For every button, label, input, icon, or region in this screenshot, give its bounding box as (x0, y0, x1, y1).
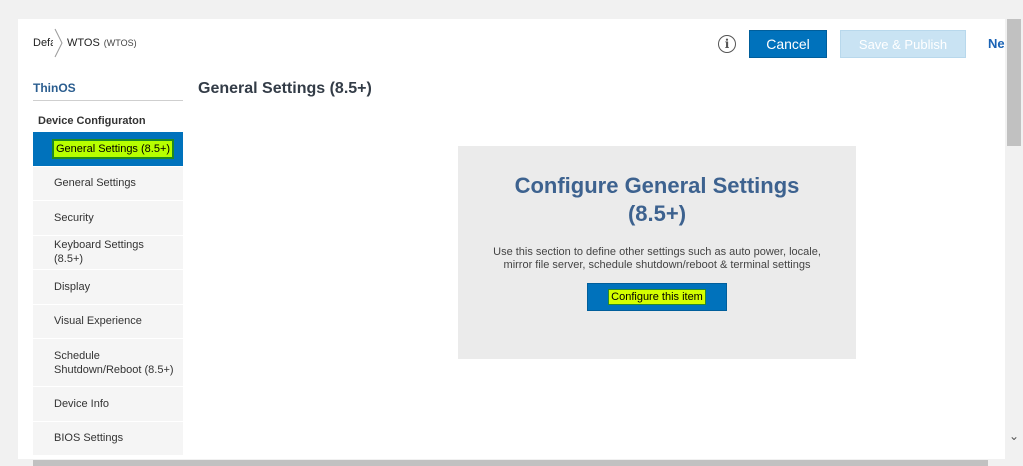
sidebar-item-label: Visual Experience (54, 315, 142, 328)
sidebar-item-label: Device Info (54, 397, 110, 410)
sidebar-item-label: Security (54, 211, 94, 224)
breadcrumb-chevron-icon (54, 28, 63, 58)
sidebar-item-schedule-shutdown-reboot[interactable]: Schedule Shutdown/Reboot (8.5+) (33, 339, 183, 387)
horizontal-scrollbar-thumb[interactable] (33, 460, 988, 466)
cancel-button[interactable]: Cancel (749, 30, 827, 58)
sidebar-nav: General Settings (8.5+) General Settings… (33, 132, 183, 456)
sidebar-item-general-settings-85[interactable]: General Settings (8.5+) (33, 132, 183, 167)
breadcrumb-item-current: WTOS (67, 37, 100, 49)
sidebar-item-security[interactable]: Security (33, 201, 183, 236)
sidebar-title: ThinOS (33, 81, 183, 101)
panel-heading: Configure General Settings (8.5+) (514, 173, 800, 226)
sidebar-section-label: Device Configuraton (38, 115, 146, 127)
sidebar-item-bios-settings[interactable]: BIOS Settings (33, 422, 183, 456)
sidebar: ThinOS Device Configuraton General Setti… (33, 81, 183, 456)
vertical-scrollbar[interactable]: ⌄ (1005, 19, 1023, 459)
configure-panel: Configure General Settings (8.5+) Use th… (458, 146, 856, 359)
page-title: General Settings (8.5+) (198, 80, 372, 97)
configure-item-button-label: Configure this item (609, 290, 705, 304)
horizontal-scrollbar[interactable] (0, 459, 1023, 466)
info-icon[interactable]: i (718, 35, 736, 53)
sidebar-item-label: Schedule Shutdown/Reboot (8.5+) (54, 349, 174, 376)
sidebar-item-general-settings[interactable]: General Settings (33, 167, 183, 201)
vertical-scrollbar-thumb[interactable] (1007, 19, 1021, 146)
breadcrumb-item-default[interactable]: Default (33, 37, 53, 49)
breadcrumb: Default WTOS (WTOS) (33, 27, 137, 59)
sidebar-item-label: BIOS Settings (54, 432, 124, 445)
app-frame: Default WTOS (WTOS) i Cancel Save & Publ… (18, 19, 1005, 459)
sidebar-item-label: Keyboard Settings (8.5+) (54, 239, 144, 266)
breadcrumb-item-sub: (WTOS) (103, 38, 137, 48)
sidebar-item-label: General Settings (54, 177, 136, 190)
next-button[interactable]: Next (988, 36, 1005, 51)
save-publish-button: Save & Publish (840, 30, 966, 58)
sidebar-item-label: Display (54, 280, 91, 293)
panel-description: Use this section to define other setting… (493, 246, 821, 271)
sidebar-item-visual-experience[interactable]: Visual Experience (33, 305, 183, 339)
configure-item-button[interactable]: Configure this item (587, 283, 727, 311)
sidebar-item-label: General Settings (8.5+) (54, 140, 173, 157)
scroll-down-icon[interactable]: ⌄ (1009, 429, 1019, 443)
sidebar-item-display[interactable]: Display (33, 270, 183, 305)
sidebar-item-device-info[interactable]: Device Info (33, 387, 183, 422)
sidebar-item-keyboard-settings[interactable]: Keyboard Settings (8.5+) (33, 236, 183, 270)
